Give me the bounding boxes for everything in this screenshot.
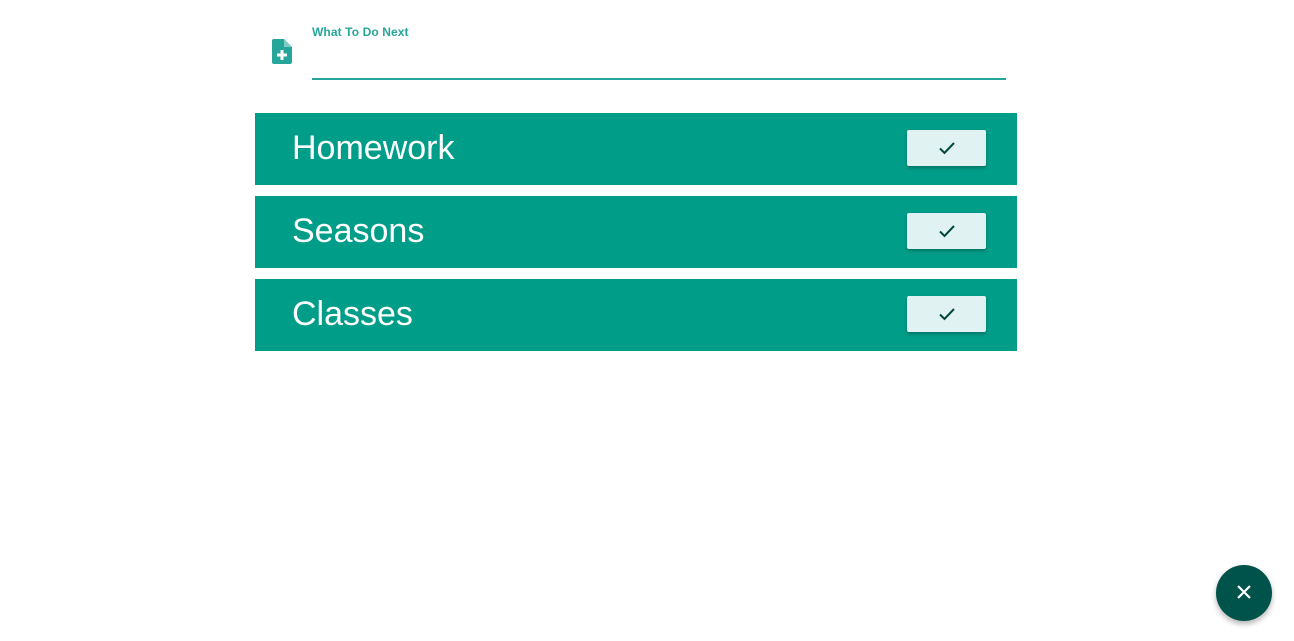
check-icon xyxy=(938,141,956,155)
app-page: What To Do Next Homework Seasons Classes xyxy=(0,0,1294,641)
todo-item-label: Seasons xyxy=(292,212,425,250)
check-icon xyxy=(938,307,956,321)
check-icon xyxy=(938,224,956,238)
todo-field: What To Do Next xyxy=(312,22,1006,84)
todo-item: Seasons xyxy=(255,196,1017,268)
todo-field-label: What To Do Next xyxy=(312,25,409,39)
complete-button[interactable] xyxy=(907,296,986,332)
add-todo-form: What To Do Next xyxy=(268,22,1008,86)
close-icon xyxy=(1236,584,1252,603)
complete-button[interactable] xyxy=(907,213,986,249)
todo-item-label: Classes xyxy=(292,295,413,333)
todo-item: Classes xyxy=(255,279,1017,351)
close-fab-button[interactable] xyxy=(1216,565,1272,621)
todo-item: Homework xyxy=(255,113,1017,185)
todo-item-label: Homework xyxy=(292,129,455,167)
complete-button[interactable] xyxy=(907,130,986,166)
todo-input[interactable] xyxy=(312,44,1006,80)
note-add-icon xyxy=(272,39,292,64)
todo-list: Homework Seasons Classes xyxy=(255,113,1017,362)
